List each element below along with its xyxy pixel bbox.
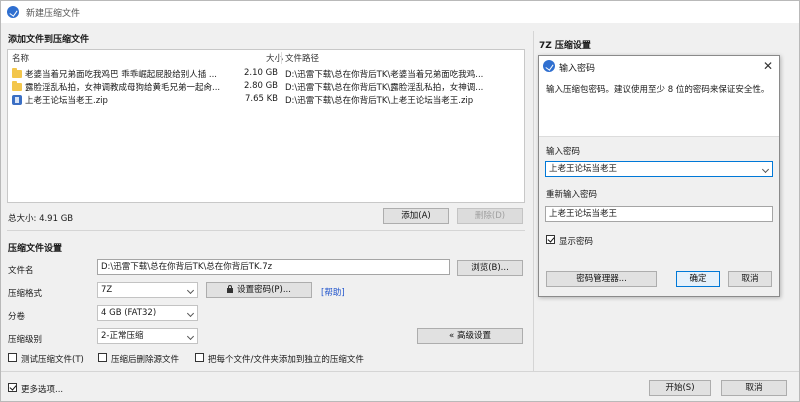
folder-icon (12, 68, 22, 78)
reenter-password-label: 重新输入密码 (546, 190, 598, 200)
app-logo-icon (7, 6, 19, 18)
window-title: 新建压缩文件 (26, 8, 81, 19)
level-label: 压缩级别 (8, 335, 43, 345)
file-row[interactable]: 上老王论坛当老王.zip 7.65 KB D:\迅雷下载\总在你背后TK\上老王… (8, 94, 524, 107)
add-section-title: 添加文件到压缩文件 (8, 35, 90, 45)
format-value: 7Z (101, 285, 113, 295)
folder-icon (12, 81, 22, 91)
password-dialog: 输入密码 ✕ 输入压缩包密码。建议使用至少 8 位的密码来保证安全性。 输入密码… (538, 55, 780, 297)
help-link[interactable]: [帮助] (321, 286, 345, 298)
password-value: 上老王论坛当老王 (549, 164, 618, 174)
split-value: 4 GB (FAT32) (101, 308, 157, 318)
dialog-body: 输入密码 上老王论坛当老王 重新输入密码 上老王论坛当老王 显示密码 密码管理器… (539, 136, 779, 296)
divider (7, 230, 525, 231)
app-logo-icon (543, 60, 555, 72)
file-name: 露脸淫乱私拍，女神调教成母狗给黄毛兄弟一起肏... (25, 83, 221, 93)
file-path: D:\迅雷下载\总在你背后TK\露脸淫乱私拍，女神调... (285, 83, 484, 93)
split-select[interactable]: 4 GB (FAT32) (97, 305, 198, 321)
bottom-bar: 更多选项... 开始(S) 取消 (1, 371, 799, 402)
separate-archives-checkbox[interactable] (195, 353, 204, 362)
show-password-label: 显示密码 (559, 237, 594, 247)
delete-button[interactable]: 删除(D) (457, 208, 523, 224)
lock-icon (227, 285, 234, 293)
column-header-name[interactable]: 名称 (12, 52, 29, 66)
chevron-down-icon (186, 286, 195, 295)
column-divider (281, 52, 282, 64)
file-row[interactable]: 露脸淫乱私拍，女神调教成母狗给黄毛兄弟一起肏... 2.80 GB D:\迅雷下… (8, 81, 524, 94)
file-name: 老婆当着兄弟面吃我鸡巴 乖乖崛起屁股给别人插 ... (25, 70, 218, 80)
dialog-description: 输入压缩包密码。建议使用至少 8 位的密码来保证安全性。 (546, 85, 770, 95)
chevron-down-icon (186, 332, 195, 341)
split-label: 分卷 (8, 312, 26, 322)
password-input[interactable]: 上老王论坛当老王 (545, 161, 773, 177)
dialog-title: 输入密码 (559, 64, 596, 74)
more-options-checkbox[interactable] (8, 383, 17, 392)
compress-window: 新建压缩文件 添加文件到压缩文件 名称 大小 文件路径 老婆当着兄弟面吃我鸡巴 … (0, 0, 800, 402)
file-row[interactable]: 老婆当着兄弟面吃我鸡巴 乖乖崛起屁股给别人插 ... 2.10 GB D:\迅雷… (8, 68, 524, 81)
advanced-settings-button[interactable]: « 高级设置 (417, 328, 523, 344)
column-header-path[interactable]: 文件路径 (285, 52, 319, 66)
add-button[interactable]: 添加(A) (383, 208, 449, 224)
start-button[interactable]: 开始(S) (649, 380, 711, 396)
file-size: 7.65 KB (244, 94, 278, 104)
set-password-button[interactable]: 设置密码(P)... (206, 282, 312, 298)
format-label: 压缩格式 (8, 289, 43, 299)
set-password-label: 设置密码(P)... (237, 285, 291, 295)
enter-password-label: 输入密码 (546, 147, 581, 157)
file-name: 上老王论坛当老王.zip (25, 96, 108, 106)
chevron-down-icon[interactable] (761, 165, 770, 174)
filename-label: 文件名 (8, 266, 34, 276)
title-bar: 新建压缩文件 (1, 1, 799, 23)
total-size-label: 总大小: 4.91 GB (8, 214, 74, 224)
file-list[interactable]: 名称 大小 文件路径 老婆当着兄弟面吃我鸡巴 乖乖崛起屁股给别人插 ... 2.… (7, 49, 525, 203)
ok-button[interactable]: 确定 (676, 271, 720, 287)
show-password-checkbox[interactable] (546, 235, 555, 244)
dialog-cancel-button[interactable]: 取消 (728, 271, 772, 287)
file-path: D:\迅雷下载\总在你背后TK\老婆当着兄弟面吃我鸡... (285, 70, 484, 80)
zip-file-icon (12, 95, 22, 105)
format-select[interactable]: 7Z (97, 282, 198, 298)
filename-input[interactable]: D:\迅雷下载\总在你背后TK\总在你背后TK.7z (97, 259, 450, 275)
separate-archives-label: 把每个文件/文件夹添加到独立的压缩文件 (208, 355, 364, 365)
dialog-title-bar: 输入密码 ✕ (539, 56, 779, 76)
browse-button[interactable]: 浏览(B)... (457, 260, 523, 276)
file-path: D:\迅雷下载\总在你背后TK\上老王论坛当老王.zip (285, 96, 474, 106)
password-manager-button[interactable]: 密码管理器... (546, 271, 657, 287)
close-icon[interactable]: ✕ (763, 59, 773, 73)
right-panel-title: 7Z 压缩设置 (539, 41, 591, 51)
settings-section-title: 压缩文件设置 (8, 244, 63, 254)
file-size: 2.80 GB (243, 81, 278, 91)
file-size: 2.10 GB (243, 68, 278, 78)
cancel-button[interactable]: 取消 (721, 380, 787, 396)
level-select[interactable]: 2-正常压缩 (97, 328, 198, 344)
reenter-password-input[interactable]: 上老王论坛当老王 (545, 206, 773, 222)
chevron-down-icon (186, 309, 195, 318)
delete-source-checkbox[interactable] (98, 353, 107, 362)
more-options-label: 更多选项... (21, 385, 64, 395)
test-archive-label: 测试压缩文件(T) (21, 355, 84, 365)
level-value: 2-正常压缩 (101, 331, 144, 341)
test-archive-checkbox[interactable] (8, 353, 17, 362)
delete-source-label: 压缩后删除源文件 (111, 355, 180, 365)
